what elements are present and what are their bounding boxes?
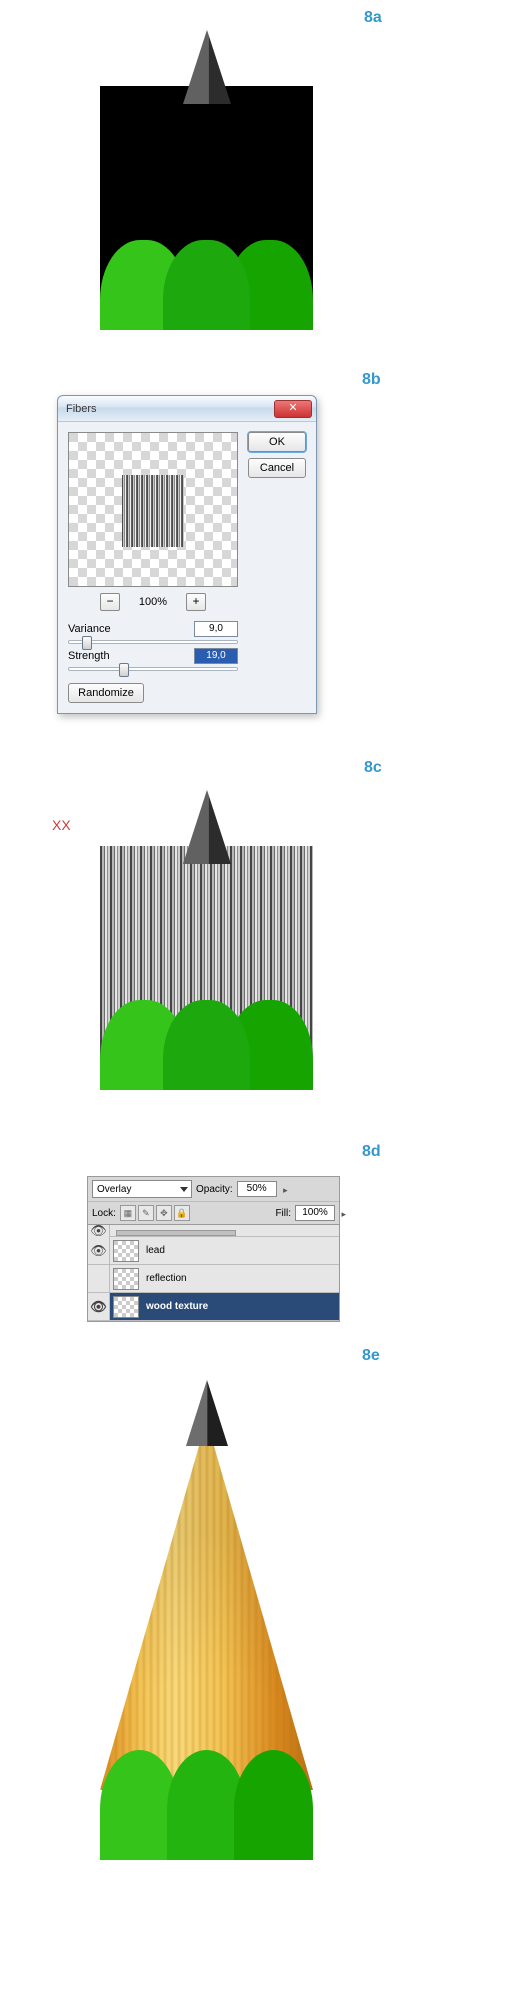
dialog-title: Fibers bbox=[66, 403, 274, 415]
close-icon: ✕ bbox=[288, 403, 297, 414]
step-label-8c: 8c bbox=[364, 759, 382, 777]
strength-label: Strength bbox=[68, 650, 110, 662]
filter-preview[interactable] bbox=[68, 432, 238, 587]
layer-item-reflection[interactable]: 👁 reflection bbox=[88, 1265, 339, 1293]
variance-slider[interactable] bbox=[68, 640, 238, 644]
layer-name[interactable]: lead bbox=[142, 1245, 339, 1256]
layer-item-wood-texture[interactable]: 👁 wood texture bbox=[88, 1293, 339, 1321]
fibers-dialog: Fibers ✕ − 100% + Variance 9,0 bbox=[57, 395, 317, 714]
strength-row: Strength 19,0 bbox=[68, 648, 238, 671]
fill-input[interactable]: 100% bbox=[295, 1205, 335, 1221]
lock-all-icon[interactable]: 🔒 bbox=[174, 1205, 190, 1221]
fill-label: Fill: bbox=[275, 1208, 291, 1219]
zoom-value: 100% bbox=[132, 596, 174, 608]
randomize-button[interactable]: Randomize bbox=[68, 683, 144, 703]
zoom-out-button[interactable]: − bbox=[100, 593, 120, 611]
slider-thumb[interactable] bbox=[82, 636, 92, 650]
slider-thumb[interactable] bbox=[119, 663, 129, 677]
variance-row: Variance 9,0 bbox=[68, 621, 238, 644]
pencil-lead-tip bbox=[186, 1380, 228, 1446]
visibility-toggle[interactable]: 👁 bbox=[88, 1237, 110, 1264]
pencil-shaft bbox=[100, 1750, 313, 1860]
zoom-in-button[interactable]: + bbox=[186, 593, 206, 611]
layer-thumbnail[interactable] bbox=[113, 1296, 139, 1318]
step-label-8a: 8a bbox=[364, 9, 382, 27]
layer-item-lead[interactable]: 👁 lead bbox=[88, 1237, 339, 1265]
lock-pixels-icon[interactable]: ▦ bbox=[120, 1205, 136, 1221]
pencil-wood-cone bbox=[100, 1420, 313, 1790]
pencil-lead-tip bbox=[183, 790, 231, 864]
layer-item-cropped[interactable]: 👁 bbox=[88, 1225, 339, 1237]
opacity-label: Opacity: bbox=[196, 1184, 233, 1195]
fiber-preview-swatch bbox=[122, 475, 184, 547]
blend-mode-value: Overlay bbox=[97, 1184, 131, 1195]
variance-input[interactable]: 9,0 bbox=[194, 621, 238, 637]
layer-thumbnail[interactable] bbox=[113, 1268, 139, 1290]
cancel-button[interactable]: Cancel bbox=[248, 458, 306, 478]
opacity-input[interactable]: 50% bbox=[237, 1181, 277, 1197]
annotation-xx: XX bbox=[52, 817, 71, 833]
pencil-shaft bbox=[100, 240, 313, 330]
step-label-8d: 8d bbox=[362, 1143, 381, 1161]
pencil-shaft bbox=[100, 1000, 313, 1090]
pencil-lead-tip bbox=[183, 30, 231, 104]
figure-8c bbox=[100, 790, 313, 1090]
layers-panel: Overlay Opacity: 50% Lock: ▦ ✎ ✥ 🔒 Fill:… bbox=[87, 1176, 340, 1322]
figure-8a bbox=[100, 30, 313, 330]
shaft-segment bbox=[163, 240, 250, 330]
step-label-8b: 8b bbox=[362, 371, 381, 389]
dialog-titlebar[interactable]: Fibers ✕ bbox=[58, 396, 316, 422]
visibility-toggle[interactable]: 👁 bbox=[88, 1265, 110, 1292]
shaft-segment bbox=[163, 1000, 250, 1090]
layer-name[interactable]: reflection bbox=[142, 1273, 339, 1284]
layer-thumbnail[interactable] bbox=[113, 1240, 139, 1262]
shaft-segment bbox=[234, 1750, 313, 1860]
variance-label: Variance bbox=[68, 623, 111, 635]
lock-move-icon[interactable]: ✥ bbox=[156, 1205, 172, 1221]
ok-button[interactable]: OK bbox=[248, 432, 306, 452]
visibility-toggle[interactable]: 👁 bbox=[88, 1225, 110, 1237]
layer-name[interactable]: wood texture bbox=[142, 1301, 339, 1312]
strength-slider[interactable] bbox=[68, 667, 238, 671]
layers-list: 👁 👁 lead 👁 reflection 👁 wood texture bbox=[88, 1225, 339, 1321]
lock-label: Lock: bbox=[92, 1208, 116, 1219]
figure-8e bbox=[100, 1380, 313, 1860]
strength-input[interactable]: 19,0 bbox=[194, 648, 238, 664]
step-label-8e: 8e bbox=[362, 1347, 380, 1365]
visibility-toggle[interactable]: 👁 bbox=[88, 1293, 110, 1320]
close-button[interactable]: ✕ bbox=[274, 400, 312, 418]
blend-mode-dropdown[interactable]: Overlay bbox=[92, 1180, 192, 1198]
lock-paint-icon[interactable]: ✎ bbox=[138, 1205, 154, 1221]
